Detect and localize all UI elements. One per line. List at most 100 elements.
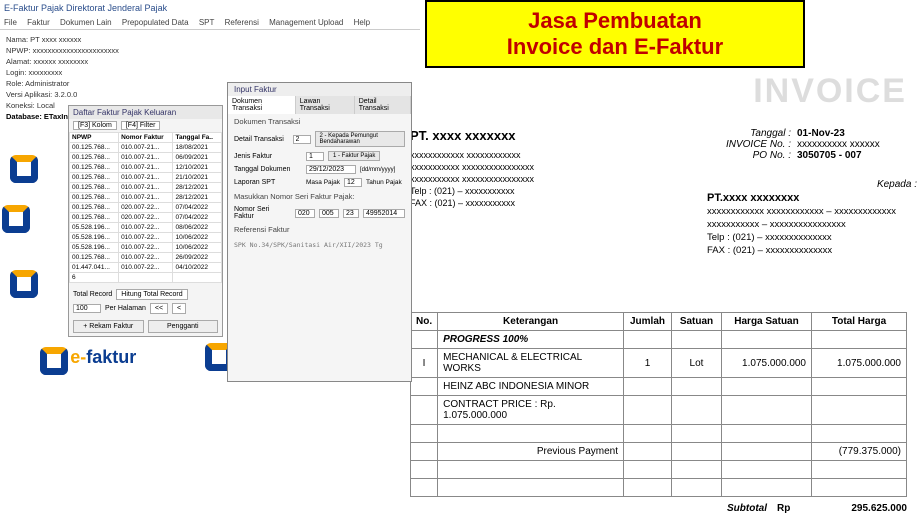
service-banner: Jasa Pembuatan Invoice dan E-Faktur: [425, 0, 805, 68]
tab-lawan[interactable]: Lawan Transaksi: [296, 96, 355, 114]
table-row[interactable]: 00.125.768...020.007-22...07/04/2022: [70, 203, 222, 213]
subtotal-label: Subtotal: [687, 503, 777, 514]
jenis-info: 1 - Faktur Pajak: [328, 151, 380, 161]
jenis-faktur-input[interactable]: [306, 152, 324, 161]
table-row[interactable]: 05.528.196...010.007-22...10/06/2022: [70, 243, 222, 253]
table-row[interactable]: 05.528.196...010.007-22...08/06/2022: [70, 223, 222, 233]
window-title: E-Faktur Pajak Direktorat Jenderal Pajak: [0, 0, 420, 16]
efaktur-logo: [2, 205, 30, 235]
to-company: PT.xxxx xxxxxxxx: [707, 192, 907, 205]
efaktur-logo: [10, 155, 38, 185]
col-harga-satuan: Harga Satuan: [722, 313, 812, 331]
menu-dokumen[interactable]: Dokumen Lain: [60, 18, 112, 27]
col-nomor[interactable]: Nomor Faktur: [119, 133, 173, 143]
detail-transaksi-input[interactable]: [293, 135, 311, 144]
table-row[interactable]: 00.125.768...010.007-21...18/08/2021: [70, 143, 222, 153]
nsfp-a[interactable]: [295, 209, 315, 218]
hitung-button[interactable]: Hitung Total Record: [116, 289, 187, 300]
invoice-document: INVOICE PT. xxxx xxxxxxx xxxxxxxxxxxx xx…: [410, 72, 917, 519]
invoice-row: HEINZ ABC INDONESIA MINOR: [411, 378, 907, 396]
banner-line1: Jasa Pembuatan: [528, 8, 702, 34]
invoice-row: CONTRACT PRICE : Rp. 1.075.000.000: [411, 396, 907, 425]
first-page-button[interactable]: <: [172, 303, 186, 314]
invoice-title: INVOICE: [753, 72, 907, 111]
kepada-label: Kepada :: [699, 179, 917, 190]
table-row[interactable]: 00.125.768...010.007-21...12/10/2021: [70, 163, 222, 173]
input-faktur-dialog: Input Faktur Dokumen Transaksi Lawan Tra…: [227, 82, 412, 382]
subtotal-value: 295.625.000: [807, 503, 907, 514]
tanggal-format: [dd/mm/yyyy]: [360, 167, 395, 173]
menu-management[interactable]: Management Upload: [269, 18, 343, 27]
nsfp-prompt: Masukkan Nomor Seri Faktur Pajak:: [228, 189, 411, 204]
prev-page-button[interactable]: <<: [150, 303, 168, 314]
invoice-row: Previous Payment(779.375.000): [411, 443, 907, 461]
table-row[interactable]: 01.447.041...010.007-22...04/10/2022: [70, 263, 222, 273]
list-title: Daftar Faktur Pajak Keluaran: [69, 106, 222, 119]
laporan-spt-label: Laporan SPT: [234, 179, 302, 186]
tab-detail[interactable]: Detail Transaksi: [355, 96, 411, 114]
nsfp-label: Nomor Seri Faktur: [234, 206, 291, 220]
col-npwp[interactable]: NPWP: [70, 133, 119, 143]
table-row[interactable]: 6: [70, 273, 222, 283]
tanggal-dokumen-label: Tanggal Dokumen: [234, 166, 302, 173]
col-total-harga: Total Harga: [812, 313, 907, 331]
menu-referensi[interactable]: Referensi: [225, 18, 259, 27]
dialog-title: Input Faktur: [228, 83, 411, 96]
perhal-input[interactable]: [73, 304, 101, 313]
nsfp-c[interactable]: [343, 209, 359, 218]
invno-value: xxxxxxxxxx xxxxxx: [797, 139, 917, 150]
masa-label: Masa Pajak: [306, 179, 340, 186]
menu-spt[interactable]: SPT: [199, 18, 215, 27]
masa-pajak-input[interactable]: [344, 178, 362, 187]
rekam-faktur-button[interactable]: + Rekam Faktur: [73, 320, 144, 333]
table-row[interactable]: 00.125.768...010.007-21...28/12/2021: [70, 183, 222, 193]
total-record-label: Total Record: [73, 291, 112, 298]
pono-label: PO No. :: [701, 150, 791, 161]
subtotal-row: Subtotal Rp 295.625.000: [410, 503, 907, 514]
invoice-row: PROGRESS 100%: [411, 331, 907, 349]
menu-file[interactable]: File: [4, 18, 17, 27]
invno-label: INVOICE No. :: [701, 139, 791, 150]
faktur-list-window: Daftar Faktur Pajak Keluaran [F3] Kolom …: [68, 105, 223, 337]
kolom-button[interactable]: [F3] Kolom: [73, 121, 117, 130]
banner-line2: Invoice dan E-Faktur: [507, 34, 723, 60]
to-block: PT.xxxx xxxxxxxx xxxxxxxxxxxx xxxxxxxxxx…: [707, 192, 907, 257]
invoice-table: No. Keterangan Jumlah Satuan Harga Satua…: [410, 312, 907, 514]
table-row[interactable]: 05.528.196...010.007-22...10/06/2022: [70, 233, 222, 243]
referensi-text: SPK No.34/SPK/Sanitasi Air/XII/2023 Tg: [228, 237, 411, 253]
pono-value: 3050705 - 007: [797, 150, 917, 161]
invoice-row: [411, 461, 907, 479]
filter-button[interactable]: [F4] Filter: [121, 121, 161, 130]
efaktur-logo: [10, 270, 38, 300]
menu-faktur[interactable]: Faktur: [27, 18, 50, 27]
nsfp-d[interactable]: [363, 209, 405, 218]
invoice-row: IMECHANICAL & ELECTRICAL WORKS1Lot1.075.…: [411, 349, 907, 378]
from-address: xxxxxxxxxxxx xxxxxxxxxxxx xxxxxxxxxxx xx…: [410, 149, 689, 209]
menu-prepopulated[interactable]: Prepopulated Data: [122, 18, 189, 27]
menu-help[interactable]: Help: [354, 18, 370, 27]
table-row[interactable]: 00.125.768...020.007-22...07/04/2022: [70, 213, 222, 223]
col-keterangan: Keterangan: [438, 313, 624, 331]
from-company: PT. xxxx xxxxxxx: [410, 128, 689, 143]
tahun-label: Tahun Pajak: [366, 179, 402, 186]
invoice-row: [411, 479, 907, 497]
tab-dokumen[interactable]: Dokumen Transaksi: [228, 96, 296, 114]
detail-transaksi-label: Detail Transaksi: [234, 136, 289, 143]
table-row[interactable]: 00.125.768...010.007-22...26/09/2022: [70, 253, 222, 263]
table-row[interactable]: 00.125.768...010.007-21...28/12/2021: [70, 193, 222, 203]
table-row[interactable]: 00.125.768...010.007-21...21/10/2021: [70, 173, 222, 183]
tanggal-value: 01-Nov-23: [797, 128, 917, 139]
invoice-row: [411, 425, 907, 443]
menubar[interactable]: File Faktur Dokumen Lain Prepopulated Da…: [0, 16, 420, 30]
col-tanggal[interactable]: Tanggal Fa..: [173, 133, 222, 143]
tanggal-dokumen-input[interactable]: [306, 165, 356, 174]
efaktur-logo: e-faktur: [40, 347, 136, 375]
col-jumlah: Jumlah: [624, 313, 672, 331]
table-row[interactable]: 00.125.768...010.007-21...06/09/2021: [70, 153, 222, 163]
col-satuan: Satuan: [672, 313, 722, 331]
subtotal-currency: Rp: [777, 503, 807, 514]
pengganti-button[interactable]: Pengganti: [148, 320, 219, 333]
nsfp-b[interactable]: [319, 209, 339, 218]
faktur-table[interactable]: NPWP Nomor Faktur Tanggal Fa.. 00.125.76…: [69, 132, 222, 283]
col-no: No.: [411, 313, 438, 331]
